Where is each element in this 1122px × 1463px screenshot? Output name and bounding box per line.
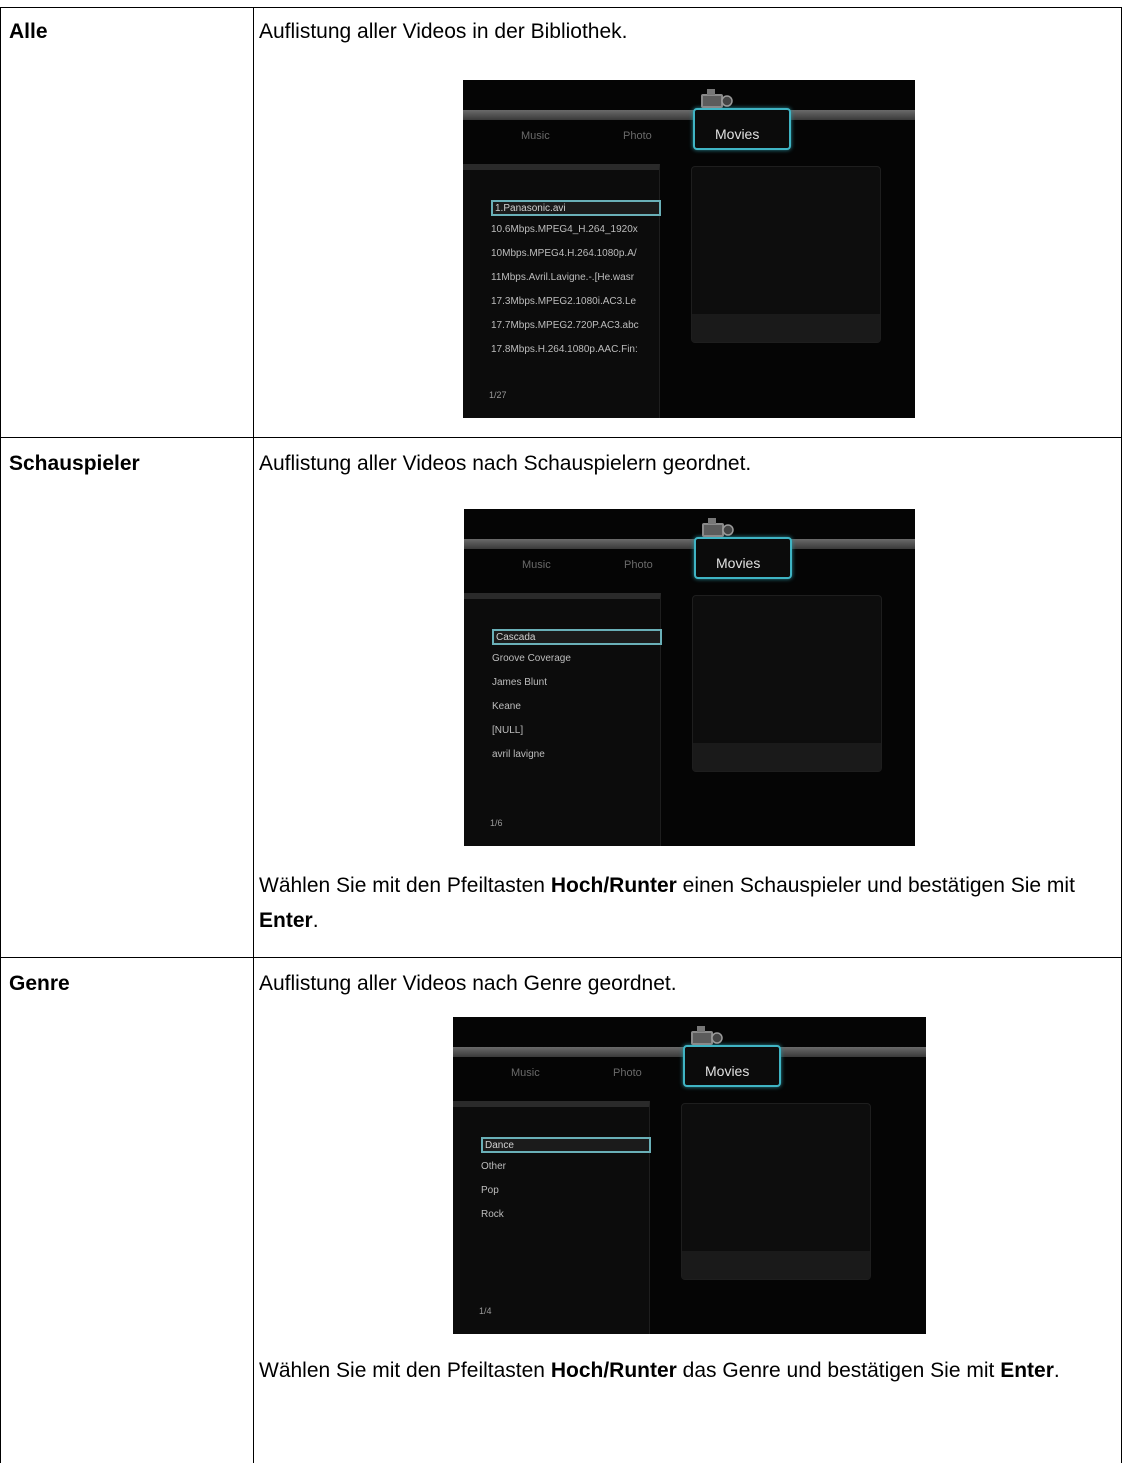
tab-photo: Photo — [613, 1067, 642, 1079]
menu-bar — [463, 110, 915, 120]
list-item: Pop — [481, 1185, 499, 1196]
row-description-alle: Auflistung aller Videos in der Bibliothe… — [259, 20, 628, 43]
list-item: Keane — [492, 701, 521, 712]
row-description-genre: Auflistung aller Videos nach Genre geord… — [259, 972, 677, 995]
tab-photo: Photo — [624, 559, 653, 571]
instruction-text: einen Schauspieler und bestätigen Sie mi… — [676, 874, 1075, 897]
instruction-genre: Wählen Sie mit den Pfeiltasten Hoch/Runt… — [259, 1353, 1109, 1388]
preview-panel — [691, 166, 881, 343]
list-item: Groove Coverage — [492, 653, 571, 664]
list-item: Dance — [481, 1137, 651, 1153]
list-item: 17.7Mbps.MPEG2.720P.AC3.abc — [491, 320, 639, 331]
screenshot-alle: Music Photo Movies 1.Panasonic.avi 10.6Mbps.… — [463, 80, 915, 418]
list-item: Other — [481, 1161, 507, 1172]
preview-info-strip — [692, 314, 880, 342]
list-item: James Blunt — [492, 677, 548, 688]
list-item: 1.Panasonic.avi — [491, 200, 661, 216]
preview-info-strip — [693, 743, 881, 771]
table-border-left — [0, 7, 1, 1463]
row-label-schauspieler: Schauspieler — [9, 452, 140, 475]
key-name: Enter — [259, 909, 313, 932]
instruction-text: das Genre und bestätigen Sie mit — [676, 1359, 1001, 1382]
page-indicator: 1/6 — [490, 818, 503, 828]
tab-photo: Photo — [623, 130, 652, 142]
page-indicator: 1/4 — [479, 1306, 492, 1316]
list-item: Cascada — [492, 629, 662, 645]
row-label-alle: Alle — [9, 20, 48, 43]
row-divider — [0, 437, 1122, 438]
list-item: 11Mbps.Avril.Lavigne.-.[He.wasr — [491, 272, 635, 283]
camera-icon — [697, 86, 733, 112]
tab-movies: Movies — [694, 537, 792, 579]
tab-music: Music — [511, 1067, 540, 1079]
row-label-genre: Genre — [9, 972, 70, 995]
list-item: 10Mbps.MPEG4.H.264.1080p.A/ — [491, 248, 637, 259]
screenshot-schauspieler: Music Photo Movies Cascada Groove Coverage Ja… — [464, 509, 915, 846]
menu-bar — [464, 539, 915, 549]
list-item: 10.6Mbps.MPEG4_H.264_1920x — [491, 224, 638, 235]
preview-panel — [681, 1103, 871, 1280]
camera-icon — [698, 515, 734, 541]
key-name: Hoch/Runter — [550, 874, 677, 897]
tab-movies: Movies — [683, 1045, 781, 1087]
key-name: Enter — [1000, 1359, 1054, 1382]
row-divider — [0, 957, 1122, 958]
tab-movies-label: Movies — [715, 126, 760, 142]
tab-movies: Movies — [693, 108, 791, 150]
list-item: 17.8Mbps.H.264.1080p.AAC.Fin: — [491, 344, 638, 355]
list-item: [NULL] — [492, 725, 524, 736]
tab-movies-label: Movies — [716, 555, 761, 571]
screenshot-genre: Music Photo Movies Dance Other Pop Rock 1/4 — [453, 1017, 926, 1334]
column-divider — [253, 7, 254, 1463]
table-border-top — [0, 7, 1122, 8]
tab-music: Music — [521, 130, 550, 142]
document-page: Alle Auflistung aller Videos in der Bibl… — [0, 0, 1122, 1463]
row-description-schauspieler: Auflistung aller Videos nach Schauspiele… — [259, 452, 752, 475]
preview-info-strip — [682, 1251, 870, 1279]
instruction-text: . — [1053, 1359, 1060, 1382]
preview-panel — [692, 595, 882, 772]
page-indicator: 1/27 — [489, 390, 507, 400]
tab-movies-label: Movies — [705, 1063, 750, 1079]
tab-music: Music — [522, 559, 551, 571]
list-item: Rock — [481, 1209, 504, 1220]
camera-icon — [687, 1023, 723, 1049]
instruction-text: . — [312, 909, 319, 932]
instruction-text: Wählen Sie mit den Pfeiltasten — [259, 874, 551, 897]
list-item: 17.3Mbps.MPEG2.1080i.AC3.Le — [491, 296, 637, 307]
list-item: avril lavigne — [492, 749, 545, 760]
instruction-schauspieler: Wählen Sie mit den Pfeiltasten Hoch/Runt… — [259, 868, 1109, 938]
key-name: Hoch/Runter — [550, 1359, 677, 1382]
instruction-text: Wählen Sie mit den Pfeiltasten — [259, 1359, 551, 1382]
